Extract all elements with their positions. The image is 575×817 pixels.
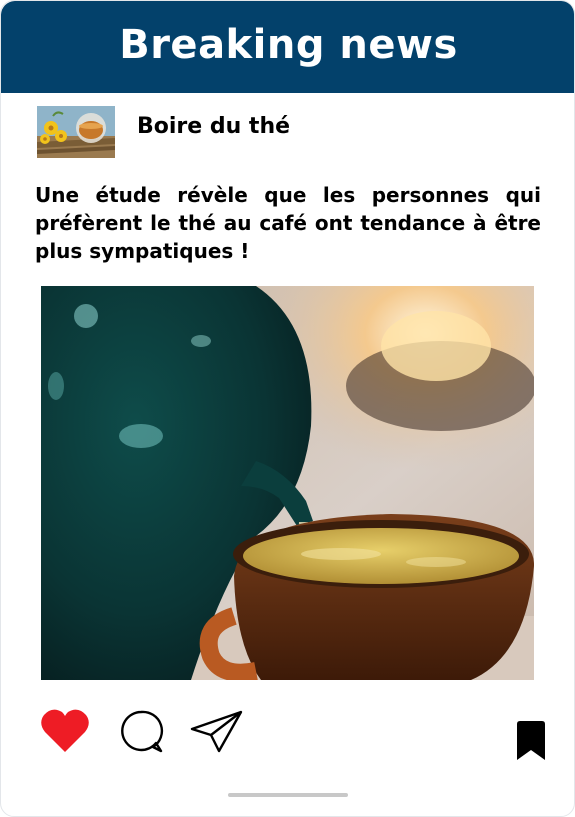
heart-icon [41, 709, 89, 752]
avatar[interactable] [37, 106, 115, 158]
send-icon [190, 710, 243, 753]
comment-button[interactable] [119, 709, 165, 755]
header-title: Breaking news [119, 22, 458, 68]
post-caption: Une étude révèle que les personnes qui p… [35, 183, 541, 263]
bookmark-icon [517, 721, 545, 760]
teapot-pouring-tea-photo [41, 286, 534, 680]
account-name[interactable]: Boire du thé [137, 114, 290, 139]
share-button[interactable] [189, 709, 243, 753]
header-bar: Breaking news [1, 1, 574, 93]
save-button[interactable] [511, 720, 551, 762]
post-image[interactable] [41, 286, 534, 680]
post-card: Breaking news Boire du thé Une étude rév… [0, 0, 575, 817]
home-indicator [228, 793, 348, 797]
tea-cup-flowers-thumbnail [37, 106, 115, 158]
comment-icon [121, 710, 164, 753]
like-button[interactable] [40, 708, 90, 754]
